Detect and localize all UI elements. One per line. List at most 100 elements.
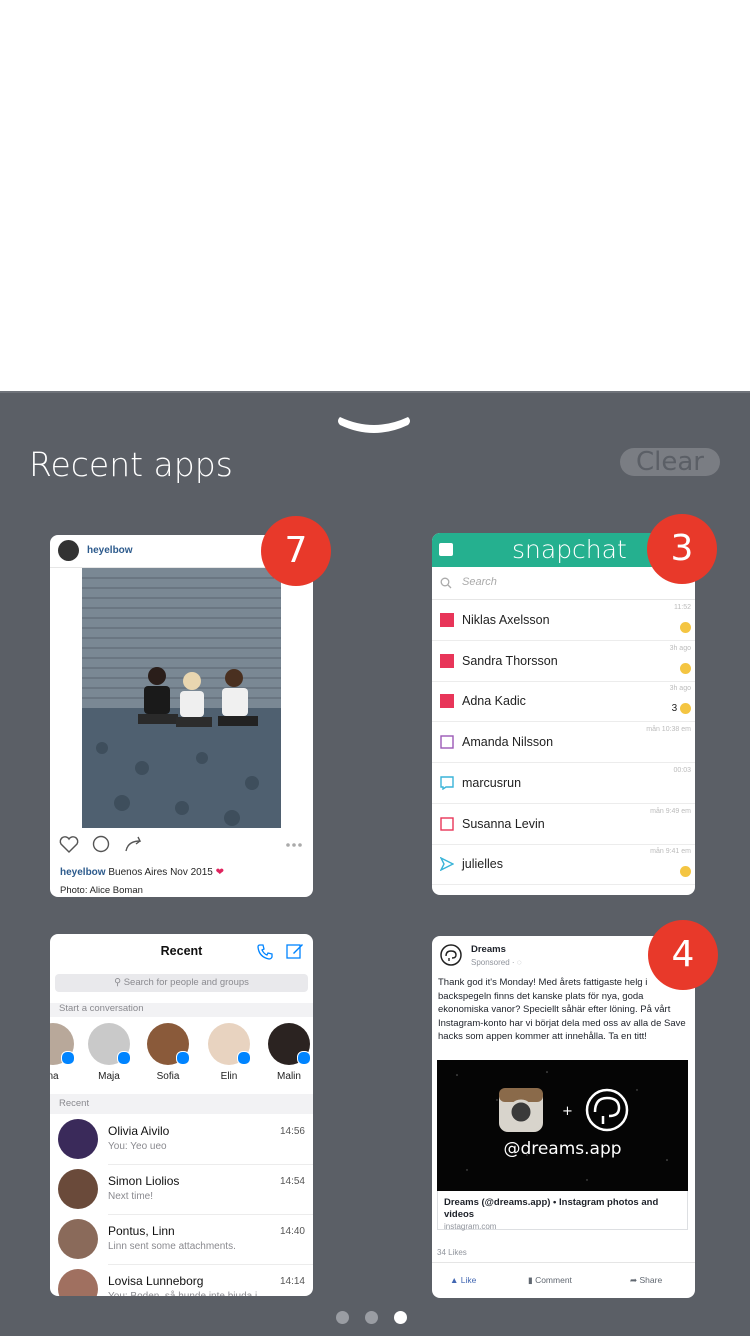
like-button[interactable]: ▲ Like: [450, 1275, 476, 1285]
avatar: [50, 1023, 75, 1065]
notification-badge-facebook: 4: [648, 920, 718, 990]
search-input[interactable]: ⚲ Search for people and groups: [55, 974, 308, 992]
contact-name: Sofia: [156, 1071, 180, 1082]
comment-icon: ▮: [528, 1275, 533, 1285]
post-actions: ▲ Like ▮ Comment ➦ Share: [432, 1262, 695, 1298]
chevron-down-icon[interactable]: [336, 411, 412, 435]
app-card-messenger[interactable]: Recent ⚲ Search for people and groups St…: [50, 934, 313, 1296]
likes-count: 34 Likes: [437, 1248, 467, 1257]
contact-name: Niklas Axelsson: [462, 613, 550, 627]
post-header: heyelbow: [58, 539, 133, 561]
smile-emoji-icon: [680, 662, 691, 674]
avatar: [88, 1023, 131, 1065]
thread-time: 14:56: [279, 1126, 305, 1137]
contact-avatar[interactable]: Malin: [264, 1023, 313, 1082]
thread-row[interactable]: Pontus, Linn Linn sent some attachments. 1…: [50, 1215, 313, 1265]
contact-avatar[interactable]: na: [50, 1023, 78, 1082]
timestamp: 3h ago: [669, 644, 691, 652]
share-icon: [125, 836, 142, 852]
thumbs-up-icon: ▲: [450, 1275, 459, 1285]
app-title: snapchat: [512, 535, 627, 564]
thread-row[interactable]: Olivia Aivilo You: Yeo ueo 14:56: [50, 1115, 313, 1165]
thread-name: Pontus, Linn: [108, 1224, 175, 1238]
contact-name: na: [50, 1071, 59, 1082]
contact-name: Adna Kadic: [462, 694, 526, 709]
page-indicator: [336, 1311, 416, 1325]
list-item[interactable]: Niklas Axelsson 11:52: [432, 600, 695, 641]
smile-emoji-icon: [680, 866, 691, 878]
thread-row[interactable]: Simon Liolios Next time! 14:54: [50, 1165, 313, 1215]
contact-name: julielles: [462, 857, 503, 872]
app-card-facebook[interactable]: Dreams Sponsored · ◌ Thank god it's Mond…: [432, 936, 695, 1298]
recent-apps-panel: Recent apps Clear heyelbow heyelbow Buen…: [0, 391, 750, 1336]
avatar: [208, 1023, 251, 1065]
comment-icon: [92, 835, 110, 853]
clear-button[interactable]: Clear: [620, 448, 720, 476]
messenger-badge-icon: [117, 1051, 131, 1065]
messenger-badge-icon: [297, 1051, 311, 1065]
photo-credit: Photo: Alice Boman: [60, 885, 143, 896]
link-title: Dreams (@dreams.app) • Instagram photos …: [444, 1197, 659, 1220]
search-placeholder: Search: [462, 576, 497, 588]
share-icon: ➦: [630, 1275, 638, 1285]
notification-badge-instagram: 7: [261, 516, 331, 586]
post-image-art: +: [456, 1071, 668, 1181]
avatar: [268, 1023, 311, 1065]
timestamp: 3h ago: [669, 685, 691, 693]
app-card-snapchat[interactable]: snapchat Search Niklas Axelsson 11:52 San…: [432, 533, 695, 895]
thread-time: 14:14: [279, 1276, 305, 1287]
list-item[interactable]: Amanda Nilsson mån 10:38 em: [432, 722, 695, 764]
thread-time: 14:40: [279, 1226, 305, 1237]
globe-icon: ◌: [516, 958, 522, 967]
thread-row[interactable]: Lovisa Lunneborg You: Boden, så hunde int…: [50, 1265, 313, 1296]
new-snap-icon: [440, 613, 454, 627]
contact-avatar[interactable]: Sofia: [143, 1023, 193, 1082]
contact-name: marcusrun: [462, 775, 522, 790]
list-item[interactable]: marcusrun 00:03: [432, 763, 695, 804]
contact-avatar[interactable]: Elin: [204, 1023, 254, 1082]
page-dot[interactable]: [336, 1311, 349, 1324]
phone-icon[interactable]: [256, 943, 274, 961]
username: heyelbow: [87, 544, 133, 556]
timestamp: mån 9:41 em: [650, 848, 691, 856]
contact-avatar[interactable]: Maja: [84, 1023, 134, 1082]
home-screen-blank-area: [0, 0, 750, 391]
avatar: [58, 1169, 98, 1209]
post-text: Thank god it's Monday! Med årets fattiga…: [438, 977, 686, 1042]
messenger-badge-icon: [237, 1051, 251, 1065]
page-dot[interactable]: [394, 1311, 407, 1324]
chat-bubble-icon: [440, 776, 454, 790]
section-header: [50, 1094, 313, 1114]
contact-name: Maja: [98, 1071, 120, 1082]
share-button[interactable]: ➦ Share: [630, 1275, 662, 1286]
new-snap-icon: [440, 653, 454, 668]
list-item[interactable]: Sandra Thorsson 3h ago: [432, 641, 695, 682]
timestamp: 00:03: [673, 766, 691, 774]
dreams-logo-icon: [585, 1088, 629, 1132]
streak-emoji: [680, 622, 691, 633]
list-item[interactable]: julielles mån 9:41 em: [432, 844, 695, 886]
link-preview[interactable]: Dreams (@dreams.app) • Instagram photos …: [437, 1191, 688, 1231]
avatar: [58, 1119, 98, 1159]
sent-arrow-icon: [440, 857, 454, 872]
post-image: + @dreams.app: [437, 1060, 688, 1191]
list-item[interactable]: Adna Kadic 3h ago 3: [432, 681, 695, 723]
timestamp: 11:52: [674, 604, 691, 611]
smile-emoji-icon: [680, 703, 691, 715]
heart-emoji-icon: ❤: [215, 867, 225, 878]
dreams-logo-icon: [440, 944, 462, 966]
timestamp: mån 9:49 em: [650, 807, 691, 815]
caption-username: heyelbow: [60, 867, 106, 878]
avatar: [147, 1023, 190, 1065]
messenger-badge-icon: [61, 1051, 75, 1065]
thread-name: Lovisa Lunneborg: [108, 1274, 204, 1288]
streak-emoji: 3: [672, 703, 691, 715]
compose-icon[interactable]: [286, 942, 304, 960]
page-dot[interactable]: [365, 1311, 378, 1324]
messenger-badge-icon: [176, 1051, 190, 1065]
comment-button[interactable]: ▮ Comment: [528, 1275, 572, 1286]
list-item[interactable]: Susanna Levin mån 9:49 em: [432, 804, 695, 845]
contact-name: Malin: [277, 1071, 301, 1082]
thread-preview: Next time!: [108, 1191, 154, 1202]
app-card-instagram[interactable]: heyelbow heyelbow Buenos Aires Nov 2015 …: [50, 535, 313, 897]
